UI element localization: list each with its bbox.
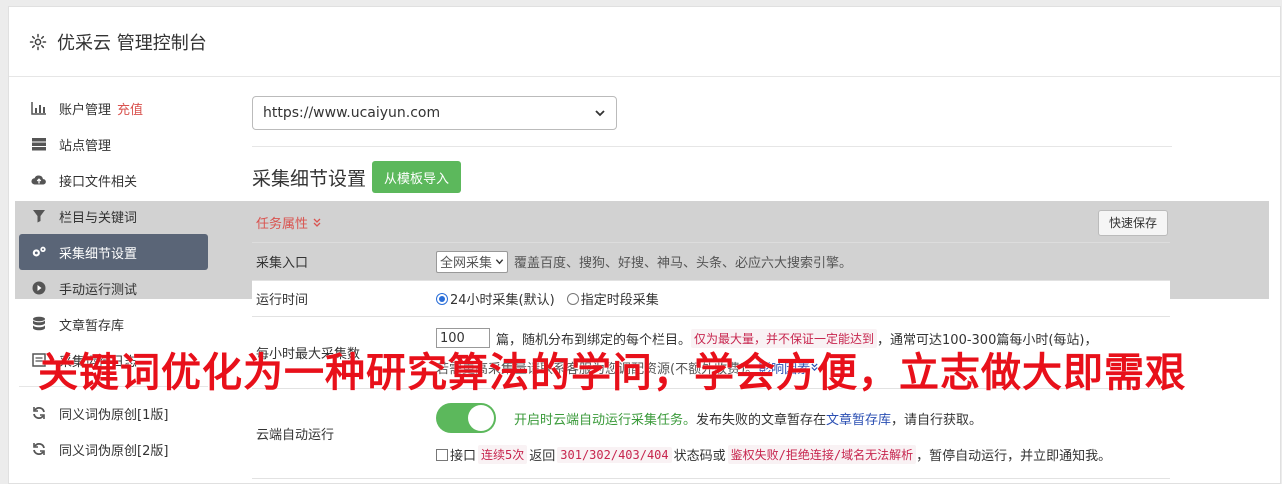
entry-description: 覆盖百度、搜狗、好搜、神马、头条、必应六大搜索引擎。	[514, 256, 853, 271]
table-header: 任务属性 快速保存	[252, 203, 1170, 243]
sidebar-item-label: 手动运行测试	[59, 282, 138, 298]
sidebar-item-label: 账户管理	[59, 102, 112, 118]
sidebar-item-label: 站点管理	[59, 138, 112, 154]
chevron-down-icon	[595, 110, 605, 117]
recharge-link[interactable]: 充值	[117, 99, 143, 118]
cloud-text-3: 返回	[529, 449, 556, 464]
sidebar-item-columns[interactable]: 栏目与关键词	[19, 198, 227, 234]
tab-task-properties[interactable]: 任务属性	[256, 213, 322, 232]
sidebar-item-article-store[interactable]: 文章暂存库	[19, 306, 227, 342]
radio-scheduled[interactable]	[566, 292, 579, 305]
entry-select[interactable]: 全网采集	[436, 250, 509, 273]
sidebar: 账户管理 充值 站点管理 接口文件相关 栏目与关键词 采集细节设置 手动运行测试…	[19, 90, 227, 467]
code-status: 301/302/403/404	[557, 446, 672, 463]
sidebar-item-synonym-v2[interactable]: 同义词伪原创[2版]	[19, 431, 227, 467]
cloud-text-5: ，暂停自动运行，并立即通知我。	[916, 449, 1112, 464]
sidebar-item-label: 同义词伪原创[1版]	[59, 407, 169, 423]
row-entry: 采集入口 全网采集 覆盖百度、搜狗、好搜、神马、头条、必应六大搜索引擎。	[252, 243, 1170, 281]
divider	[252, 146, 1172, 147]
pause-checkbox[interactable]	[436, 448, 448, 461]
cloud-text-1: 发布失败的文章暂存在	[696, 412, 827, 428]
row-value: 全网采集 覆盖百度、搜狗、好搜、神马、头条、必应六大搜索引擎。	[436, 243, 1170, 280]
entry-select-value: 全网采集	[440, 256, 493, 271]
cloud-upload-icon	[31, 172, 47, 188]
row-runtime: 运行时间 24小时采集(默认) 指定时段采集	[252, 281, 1170, 317]
article-store-link[interactable]: 文章暂存库	[826, 409, 891, 428]
row-value: 24小时采集(默认) 指定时段采集	[436, 281, 1170, 316]
row-label: 运行时间	[256, 293, 309, 308]
refresh-icon	[31, 405, 47, 421]
sidebar-item-label: 接口文件相关	[59, 174, 138, 190]
radio-scheduled-label: 指定时段采集	[580, 293, 659, 308]
cloud-run-status: 开启时云端自动运行采集任务。	[514, 412, 697, 428]
tab-label: 任务属性	[256, 217, 309, 232]
row-cloud-run: 云端自动运行 开启时云端自动运行采集任务。 发布失败的文章暂存在 文章暂存库 ，…	[252, 389, 1170, 479]
sidebar-item-collect-settings[interactable]: 采集细节设置	[19, 234, 208, 270]
row-value: 开启时云端自动运行采集任务。 发布失败的文章暂存在 文章暂存库 ，请自行获取。 …	[436, 389, 1170, 478]
sidebar-item-label: 同义词伪原创[2版]	[59, 443, 169, 459]
filter-icon	[31, 208, 47, 224]
sidebar-item-synonym-v1[interactable]: 同义词伪原创[1版]	[19, 395, 227, 431]
radio-24h[interactable]	[436, 292, 448, 305]
panel-header: 优采云 管理控制台	[9, 7, 1280, 77]
code-consecutive: 连续5次	[478, 445, 528, 464]
database-icon	[31, 316, 47, 332]
sidebar-item-manual-test[interactable]: 手动运行测试	[19, 270, 227, 306]
row-label: 云端自动运行	[256, 428, 335, 443]
quick-save-button[interactable]: 快速保存	[1097, 209, 1168, 236]
site-select[interactable]: https://www.ucaiyun.com	[252, 96, 617, 130]
sidebar-item-label: 文章暂存库	[59, 318, 125, 334]
row-label: 采集入口	[256, 256, 309, 271]
section-header: 采集细节设置 从模板导入	[252, 161, 1172, 193]
sidebar-item-label: 采集细节设置	[59, 246, 138, 262]
cloud-text-4: 状态码或	[673, 449, 726, 464]
double-chevron-down-icon	[313, 218, 321, 227]
section-title: 采集细节设置	[252, 167, 367, 190]
bar-chart-icon	[31, 100, 47, 116]
radio-24h-label: 24小时采集(默认)	[450, 293, 555, 308]
cloud-text-2: ，请自行获取。	[891, 412, 983, 428]
main-content: https://www.ucaiyun.com 采集细节设置 从模板导入	[252, 96, 1172, 193]
server-icon	[31, 136, 47, 152]
sidebar-item-interface[interactable]: 接口文件相关	[19, 162, 227, 198]
site-select-value: https://www.ucaiyun.com	[263, 105, 441, 121]
overlay-caption: 关键词优化为一种研究算法的学问，学会方便，立志做大即需艰	[38, 350, 1186, 396]
chevron-down-icon	[495, 259, 504, 265]
sidebar-item-account[interactable]: 账户管理 充值	[19, 90, 227, 126]
gear-icon	[29, 33, 47, 50]
checkbox-label: 接口	[450, 449, 477, 464]
gears-icon	[31, 244, 47, 260]
refresh-icon	[31, 441, 47, 457]
code-errors: 鉴权失败/拒绝连接/域名无法解析	[727, 445, 917, 464]
import-template-button[interactable]: 从模板导入	[372, 161, 462, 193]
play-circle-icon	[31, 280, 47, 296]
sidebar-item-label: 栏目与关键词	[59, 210, 138, 226]
page-title: 优采云 管理控制台	[57, 32, 207, 54]
sidebar-item-sites[interactable]: 站点管理	[19, 126, 227, 162]
cloud-run-toggle[interactable]	[436, 403, 496, 433]
